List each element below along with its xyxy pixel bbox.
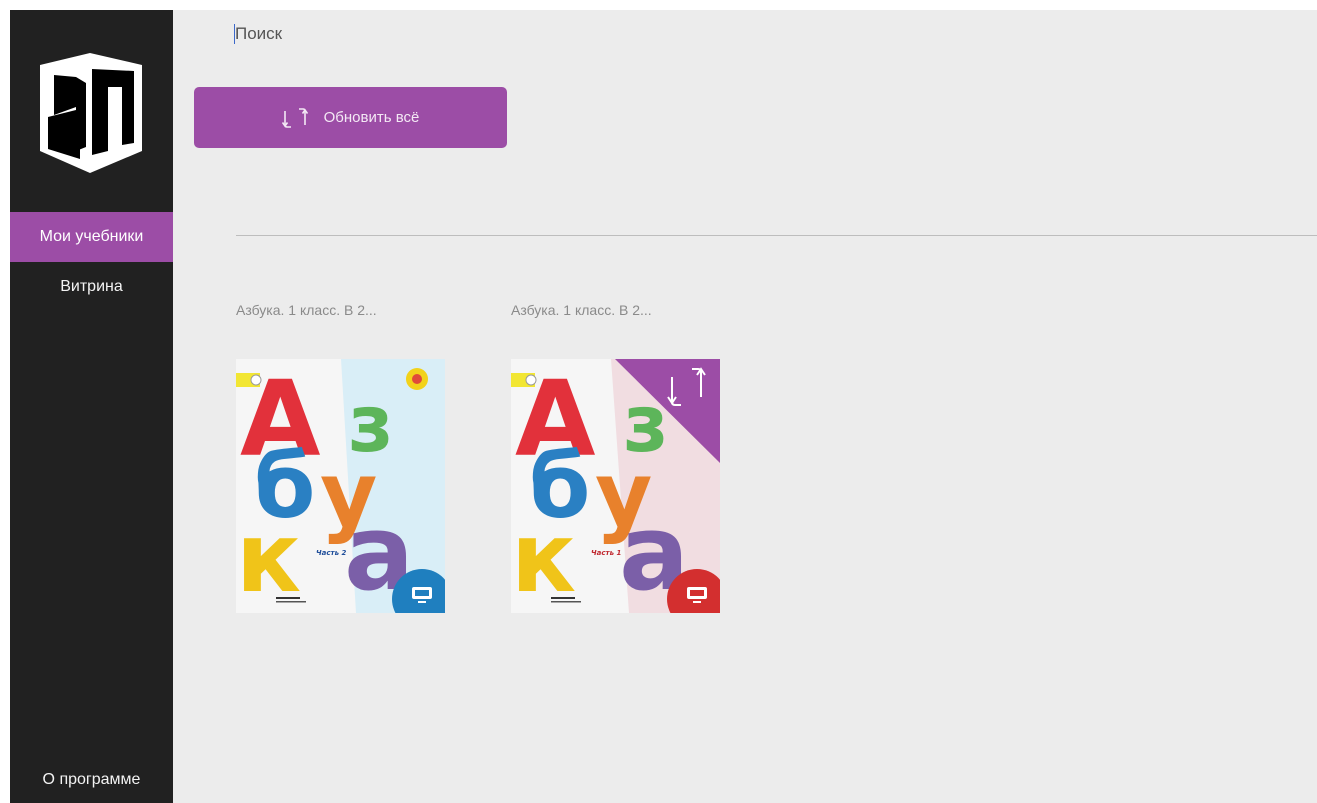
sidebar-item-label: Мои учебники (39, 228, 144, 245)
sidebar-item-about[interactable]: О программе (10, 757, 173, 803)
cover-part-label: Часть 1 (591, 549, 621, 557)
sidebar-item-label: О программе (42, 771, 141, 788)
publisher-logo-icon (40, 53, 142, 173)
divider (236, 235, 1317, 236)
sidebar-item-my-textbooks[interactable]: Мои учебники (10, 212, 173, 262)
update-all-button[interactable]: Обновить всё (194, 87, 507, 148)
sync-icon (281, 107, 308, 128)
sidebar: Мои учебники Витрина О программе (10, 10, 173, 803)
book-cover[interactable]: А з б у к а Часть 2 (236, 359, 445, 613)
update-all-label: Обновить всё (323, 109, 420, 126)
book-title: Азбука. 1 класс. В 2... (511, 302, 652, 318)
search-input[interactable] (235, 20, 835, 48)
cover-part-label: Часть 2 (316, 549, 346, 557)
cover-letter: к (511, 502, 576, 613)
sidebar-item-label: Витрина (60, 278, 123, 295)
app-window: Мои учебники Витрина О программе Обновит… (10, 10, 1317, 803)
book-cover[interactable]: А з б у к а Часть 1 (511, 359, 720, 613)
cover-letter: к (236, 502, 301, 613)
main-content: Обновить всё Азбука. 1 класс. В 2... А з… (173, 10, 1317, 803)
book-title: Азбука. 1 класс. В 2... (236, 302, 377, 318)
sidebar-item-showcase[interactable]: Витрина (10, 262, 173, 312)
